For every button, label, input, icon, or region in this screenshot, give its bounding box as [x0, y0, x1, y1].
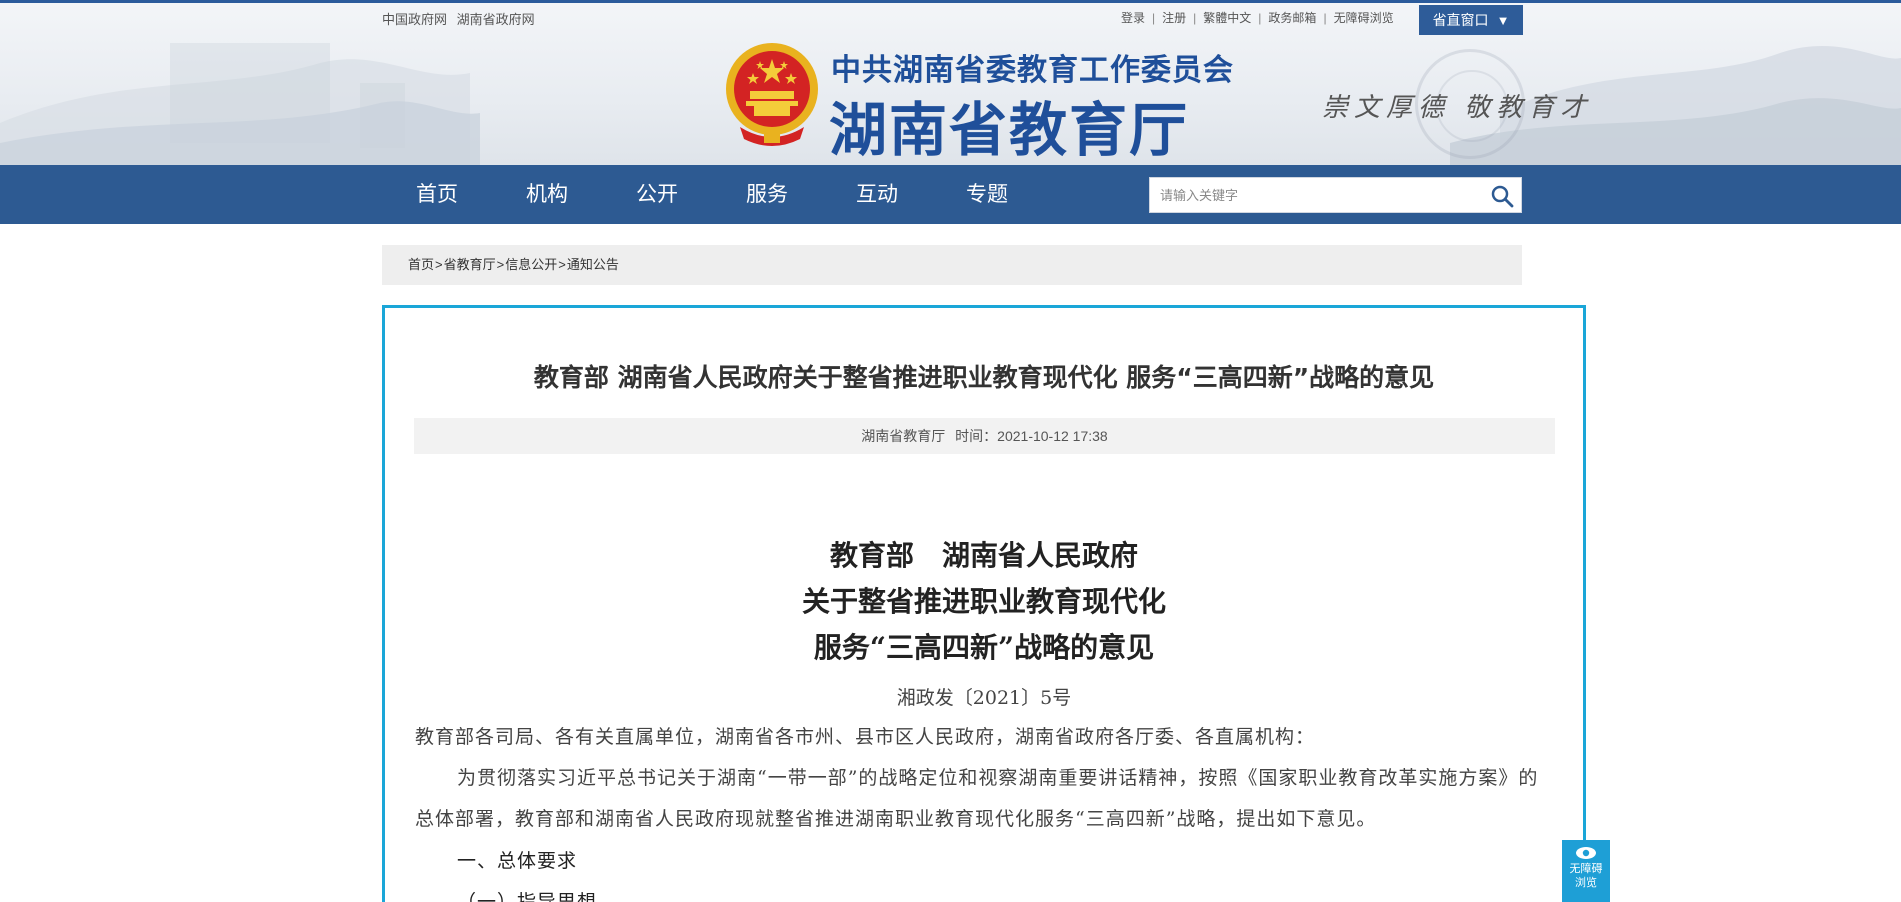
breadcrumb-separator: >	[496, 257, 505, 272]
link-gov-cn[interactable]: 中国政府网	[382, 12, 447, 27]
body-paragraph: 为贯彻落实习近平总书记关于湖南“一带一部”的战略定位和视察湖南重要讲话精神，按照…	[415, 767, 1539, 830]
nav-topics[interactable]: 专题	[966, 165, 1008, 224]
nav-interaction[interactable]: 互动	[856, 165, 898, 224]
breadcrumb-department[interactable]: 省教育厅	[444, 257, 496, 272]
provincial-window-button[interactable]: 省直窗口 ▼	[1419, 5, 1523, 35]
register-link[interactable]: 注册	[1162, 9, 1186, 26]
national-emblem-icon	[726, 43, 818, 146]
breadcrumb-separator: >	[558, 257, 566, 272]
separator: |	[1193, 10, 1197, 25]
accessibility-float-button[interactable]: 无障碍 浏览	[1562, 840, 1610, 902]
article-source: 湖南省教育厅	[861, 428, 946, 444]
nav-home[interactable]: 首页	[416, 165, 458, 224]
breadcrumb: 首页>省教育厅>信息公开>通知公告	[382, 245, 1522, 285]
login-link[interactable]: 登录	[1121, 9, 1145, 26]
breadcrumb-separator: >	[435, 257, 443, 272]
provincial-window-label: 省直窗口	[1432, 12, 1489, 28]
breadcrumb-notices[interactable]: 通知公告	[567, 257, 619, 272]
gov-mail-link[interactable]: 政务邮箱	[1268, 9, 1316, 26]
top-links-right: 登录 | 注册 | 繁體中文 | 政务邮箱 | 无障碍浏览	[1121, 9, 1394, 26]
article-meta: 湖南省教育厅 时间：2021-10-12 17:38	[414, 418, 1555, 454]
nav-organization[interactable]: 机构	[526, 165, 568, 224]
article-title: 教育部 湖南省人民政府关于整省推进职业教育现代化 服务“三高四新”战略的意见	[533, 363, 1435, 392]
subsection-heading: （一）指导思想	[457, 891, 598, 902]
section-heading: 一、总体要求	[457, 850, 578, 872]
org-title: 湖南省教育厅	[829, 96, 1190, 164]
top-links-left: 中国政府网 湖南省政府网	[382, 9, 541, 28]
search-input[interactable]	[1150, 178, 1480, 212]
eye-icon	[1576, 847, 1596, 859]
document-heading-line: 关于整省推进职业教育现代化	[801, 585, 1166, 618]
header-slogan: 崇文厚德 敬教育才	[1322, 93, 1593, 123]
document-heading-line: 服务“三高四新”战略的意见	[813, 631, 1155, 664]
breadcrumb-info-public[interactable]: 信息公开	[505, 257, 557, 272]
separator: |	[1152, 10, 1156, 25]
traditional-chinese-link[interactable]: 繁體中文	[1203, 9, 1251, 26]
breadcrumb-home[interactable]: 首页	[408, 257, 434, 272]
separator: |	[1323, 10, 1327, 25]
document-heading: 教育部 湖南省人民政府 关于整省推进职业教育现代化 服务“三高四新”战略的意见	[385, 533, 1583, 671]
link-hunan-gov[interactable]: 湖南省政府网	[457, 12, 535, 27]
document-heading-line: 教育部 湖南省人民政府	[829, 539, 1138, 572]
article-time: 时间：2021-10-12 17:38	[955, 428, 1108, 444]
document-number: 湘政发〔2021〕5号	[896, 687, 1072, 709]
nav-services[interactable]: 服务	[746, 165, 788, 224]
recipients-paragraph: 教育部各司局、各有关直属单位，湖南省各市州、县市区人民政府，湖南省政府各厅委、各…	[415, 726, 1316, 748]
accessibility-float-label: 浏览	[1575, 877, 1597, 889]
nav-public[interactable]: 公开	[636, 165, 678, 224]
accessibility-float-label: 无障碍	[1569, 863, 1603, 875]
search-icon[interactable]	[1490, 184, 1514, 208]
separator: |	[1258, 10, 1262, 25]
article-container: 教育部 湖南省人民政府关于整省推进职业教育现代化 服务“三高四新”战略的意见 湖…	[382, 305, 1586, 902]
site-header: 中国政府网 湖南省政府网 登录 | 注册 | 繁體中文 | 政务邮箱 | 无障碍…	[0, 3, 1901, 165]
chevron-down-icon: ▼	[1496, 12, 1510, 28]
main-nav: 首页 机构 公开 服务 互动 专题	[0, 165, 1901, 224]
search-box	[1149, 177, 1522, 213]
accessibility-link[interactable]: 无障碍浏览	[1334, 9, 1394, 26]
